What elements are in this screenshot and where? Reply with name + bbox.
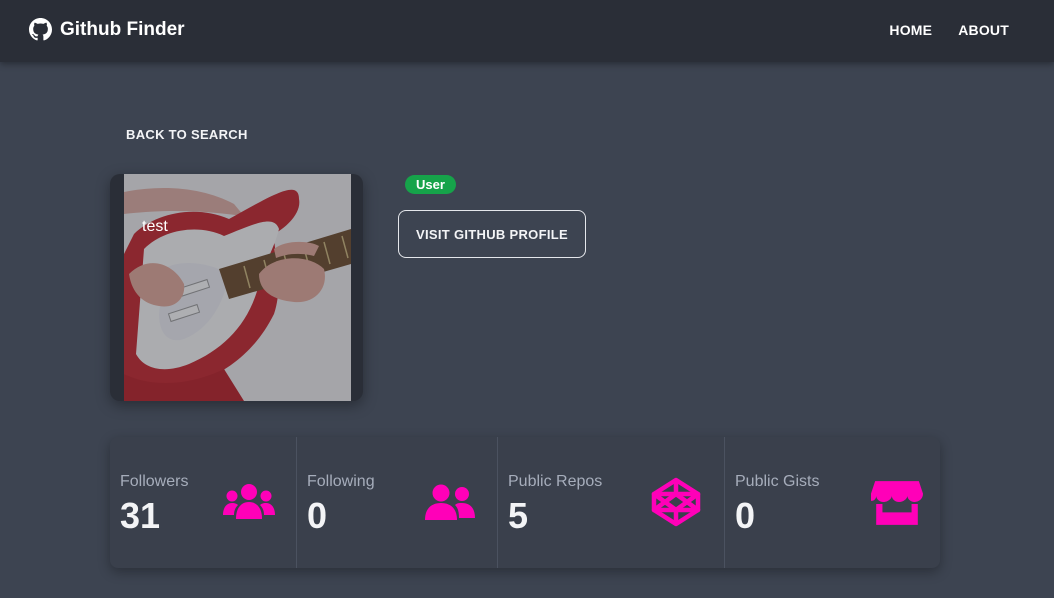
visit-github-profile-button[interactable]: VISIT GITHUB PROFILE [398, 210, 586, 258]
stat-label: Followers [120, 473, 189, 490]
nav-about-link[interactable]: ABOUT [958, 22, 1009, 38]
store-icon [871, 481, 923, 525]
avatar-name-label: test [142, 218, 168, 235]
stat-public-gists: Public Gists 0 [725, 437, 940, 568]
stat-following: Following 0 [297, 437, 498, 568]
user-friends-icon [425, 481, 477, 525]
avatar-overlay [124, 174, 351, 401]
avatar-card: test [110, 174, 363, 401]
stat-value: 0 [735, 495, 756, 536]
stat-value: 0 [307, 495, 328, 536]
brand-title: Github Finder [60, 18, 185, 40]
back-to-search-button[interactable]: BACK TO SEARCH [112, 120, 262, 148]
github-icon [29, 18, 52, 41]
codepen-icon [650, 477, 702, 527]
stat-followers: Followers 31 [110, 437, 297, 568]
navbar: Github Finder HOME ABOUT [0, 0, 1054, 62]
stats-panel: Followers 31 Following 0 Public Repos 5 … [110, 437, 940, 568]
nav-home-link[interactable]: HOME [889, 22, 932, 38]
users-icon [223, 481, 275, 525]
stat-public-repos: Public Repos 5 [498, 437, 725, 568]
nav-links: HOME ABOUT [889, 22, 1009, 38]
stat-value: 5 [508, 495, 529, 536]
user-type-badge: User [405, 175, 456, 194]
stat-label: Public Repos [508, 473, 603, 490]
stat-label: Public Gists [735, 473, 820, 490]
stat-label: Following [307, 473, 375, 490]
brand[interactable]: Github Finder [29, 18, 185, 41]
stat-value: 31 [120, 495, 161, 536]
